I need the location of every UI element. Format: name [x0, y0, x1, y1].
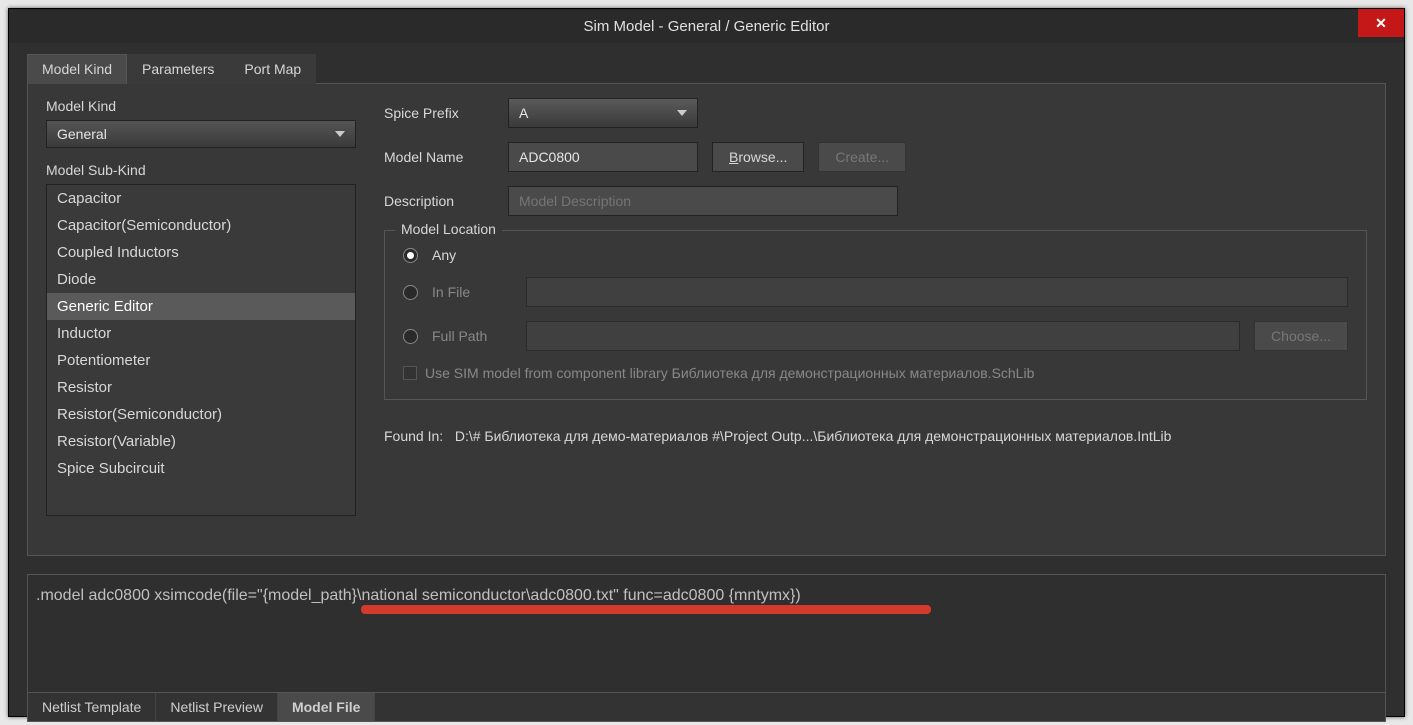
model-kind-label: Model Kind — [46, 98, 356, 114]
use-sim-checkbox[interactable] — [403, 366, 417, 380]
found-in-label: Found In: — [384, 428, 443, 444]
radio-any[interactable] — [403, 248, 418, 263]
code-panel: .model adc0800 xsimcode(file="{model_pat… — [27, 574, 1386, 722]
model-location-legend: Model Location — [395, 221, 502, 237]
browse-button[interactable]: Browse... — [712, 142, 804, 172]
tab-netlist-template[interactable]: Netlist Template — [28, 693, 156, 721]
close-button[interactable]: ✕ — [1358, 9, 1404, 37]
subkind-item[interactable]: Capacitor — [47, 185, 355, 212]
highlight-underline — [361, 605, 931, 614]
model-name-input[interactable] — [508, 142, 698, 172]
model-kind-value: General — [57, 126, 107, 142]
titlebar: Sim Model - General / Generic Editor ✕ — [9, 9, 1404, 43]
tab-parameters[interactable]: Parameters — [127, 54, 229, 84]
tab-port-map[interactable]: Port Map — [229, 54, 316, 84]
subkind-item[interactable]: Generic Editor — [47, 293, 355, 320]
model-file-text[interactable]: .model adc0800 xsimcode(file="{model_pat… — [28, 575, 1385, 605]
use-sim-row: Use SIM model from component library Биб… — [403, 365, 1348, 381]
create-button: Create... — [818, 142, 906, 172]
subkind-item[interactable]: Resistor — [47, 374, 355, 401]
found-in-row: Found In: D:\# Библиотека для демо-матер… — [384, 428, 1367, 444]
radio-full-path[interactable] — [403, 329, 418, 344]
sim-model-dialog: Sim Model - General / Generic Editor ✕ M… — [8, 8, 1405, 717]
spice-prefix-combo[interactable]: A — [508, 98, 698, 128]
model-kind-panel: Model Kind General Model Sub-Kind Capaci… — [27, 84, 1386, 556]
description-label: Description — [384, 193, 494, 209]
model-subkind-label: Model Sub-Kind — [46, 162, 356, 178]
window-title: Sim Model - General / Generic Editor — [584, 18, 830, 35]
radio-any-label: Any — [432, 247, 512, 263]
radio-full-path-label: Full Path — [432, 328, 512, 344]
subkind-item[interactable]: Spice Subcircuit — [47, 455, 355, 482]
subkind-item[interactable]: Coupled Inductors — [47, 239, 355, 266]
found-in-value: D:\# Библиотека для демо-материалов #\Pr… — [455, 428, 1172, 444]
spice-prefix-value: A — [519, 105, 528, 121]
in-file-path-input[interactable] — [526, 277, 1348, 307]
model-location-group: Model Location Any In File Full Path — [384, 230, 1367, 400]
tab-netlist-preview[interactable]: Netlist Preview — [156, 693, 278, 721]
close-icon: ✕ — [1375, 15, 1387, 32]
model-kind-combo[interactable]: General — [46, 120, 356, 148]
subkind-item[interactable]: Diode — [47, 266, 355, 293]
top-tabstrip: Model Kind Parameters Port Map — [27, 53, 1386, 84]
subkind-item[interactable]: Resistor(Variable) — [47, 428, 355, 455]
choose-button: Choose... — [1254, 321, 1348, 351]
description-input[interactable] — [508, 186, 898, 216]
bottom-tabstrip: Netlist Template Netlist Preview Model F… — [28, 692, 1385, 721]
subkind-item[interactable]: Resistor(Semiconductor) — [47, 401, 355, 428]
subkind-item[interactable]: Capacitor(Semiconductor) — [47, 212, 355, 239]
chevron-down-icon — [335, 131, 345, 137]
tab-model-kind[interactable]: Model Kind — [27, 54, 127, 84]
tab-model-file[interactable]: Model File — [278, 693, 375, 721]
spice-prefix-label: Spice Prefix — [384, 105, 494, 121]
full-path-input[interactable] — [526, 321, 1240, 351]
chevron-down-icon — [677, 110, 687, 116]
radio-in-file[interactable] — [403, 285, 418, 300]
model-subkind-list[interactable]: Capacitor Capacitor(Semiconductor) Coupl… — [46, 184, 356, 516]
use-sim-label: Use SIM model from component library Биб… — [425, 365, 1034, 381]
subkind-item[interactable]: Potentiometer — [47, 347, 355, 374]
model-name-label: Model Name — [384, 149, 494, 165]
radio-in-file-label: In File — [432, 284, 512, 300]
subkind-item[interactable]: Inductor — [47, 320, 355, 347]
